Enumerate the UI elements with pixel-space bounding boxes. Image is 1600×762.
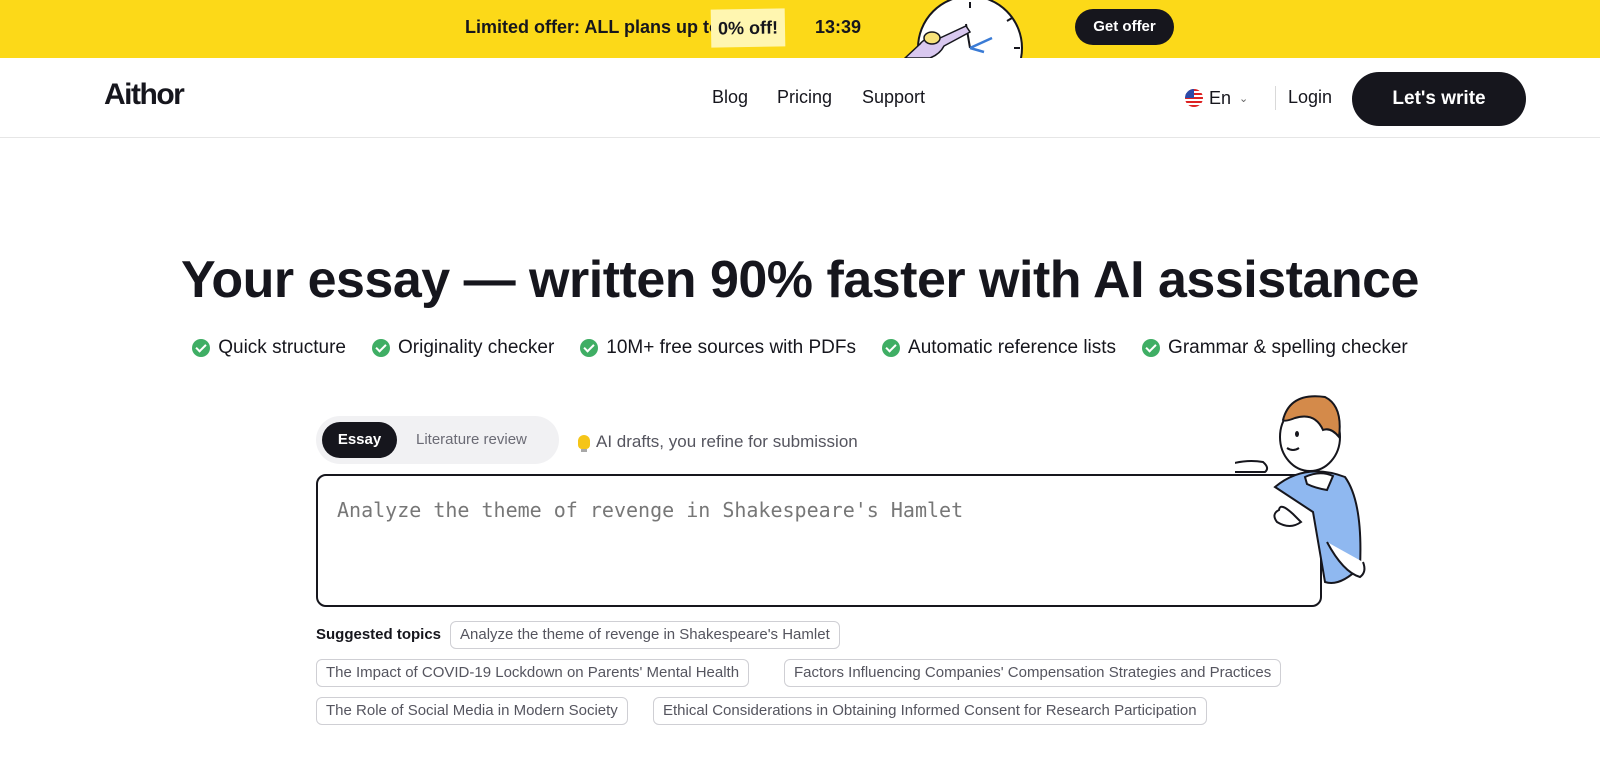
tab-essay[interactable]: Essay	[322, 422, 397, 458]
ai-hint: AI drafts, you refine for submission	[578, 432, 858, 452]
chevron-down-icon: ⌄	[1239, 92, 1249, 105]
feature-label: 10M+ free sources with PDFs	[606, 337, 857, 358]
suggestion-chip[interactable]: Ethical Considerations in Obtaining Info…	[653, 697, 1207, 725]
promo-text: Limited offer: ALL plans up to	[465, 17, 720, 37]
feature-label: Quick structure	[218, 337, 346, 358]
suggestion-chip[interactable]: Factors Influencing Companies' Compensat…	[784, 659, 1282, 687]
us-flag-icon	[1185, 89, 1203, 107]
suggestion-chip[interactable]: The Role of Social Media in Modern Socie…	[316, 697, 628, 725]
feature-item: Automatic reference lists	[882, 337, 1116, 359]
nav-support[interactable]: Support	[862, 87, 925, 108]
feature-list: Quick structure Originality checker 10M+…	[0, 337, 1600, 359]
check-icon	[580, 339, 599, 357]
topic-placeholder: Analyze the theme of revenge in Shakespe…	[337, 498, 964, 522]
nav-pricing[interactable]: Pricing	[777, 87, 832, 108]
feature-item: 10M+ free sources with PDFs	[580, 337, 856, 359]
feature-label: Automatic reference lists	[908, 337, 1117, 358]
check-icon	[1142, 339, 1161, 357]
feature-item: Quick structure	[192, 337, 346, 359]
nav-blog[interactable]: Blog	[712, 87, 748, 108]
login-link[interactable]: Login	[1288, 87, 1332, 108]
aithor-logo[interactable]: Aithor	[104, 78, 185, 112]
lets-write-button[interactable]: Let's write	[1352, 72, 1526, 126]
promo-discount: 0% off!	[710, 8, 786, 48]
topic-input[interactable]: Analyze the theme of revenge in Shakespe…	[316, 474, 1322, 607]
feature-label: Grammar & spelling checker	[1168, 337, 1408, 358]
promo-timer: 13:39	[815, 17, 862, 37]
suggested-topics-label: Suggested topics	[316, 626, 442, 643]
hint-text: AI drafts, you refine for submission	[596, 432, 858, 451]
promo-banner: Limited offer: ALL plans up to 0% off! 1…	[0, 0, 1600, 58]
feature-item: Grammar & spelling checker	[1142, 337, 1408, 359]
student-illustration-icon	[1235, 395, 1366, 584]
language-label: En	[1209, 87, 1232, 108]
mode-toggle: Essay Literature review	[316, 416, 559, 464]
clock-illustration-icon	[903, 0, 1023, 58]
check-icon	[882, 339, 901, 357]
hero-title: Your essay — written 90% faster with AI …	[181, 251, 1419, 309]
header-divider	[1275, 86, 1276, 110]
check-icon	[192, 339, 211, 357]
get-offer-button[interactable]: Get offer	[1075, 9, 1174, 45]
feature-label: Originality checker	[398, 337, 555, 358]
feature-item: Originality checker	[372, 337, 554, 359]
suggestion-chip[interactable]: Analyze the theme of revenge in Shakespe…	[450, 621, 840, 649]
suggestion-chip[interactable]: The Impact of COVID-19 Lockdown on Paren…	[316, 659, 750, 687]
site-header: Aithor Blog Pricing Support En ⌄ Login L…	[0, 58, 1600, 138]
lightbulb-icon	[578, 435, 590, 452]
tab-literature-review[interactable]: Literature review	[416, 422, 527, 458]
check-icon	[372, 339, 390, 357]
language-selector[interactable]: En ⌄	[1185, 86, 1248, 110]
